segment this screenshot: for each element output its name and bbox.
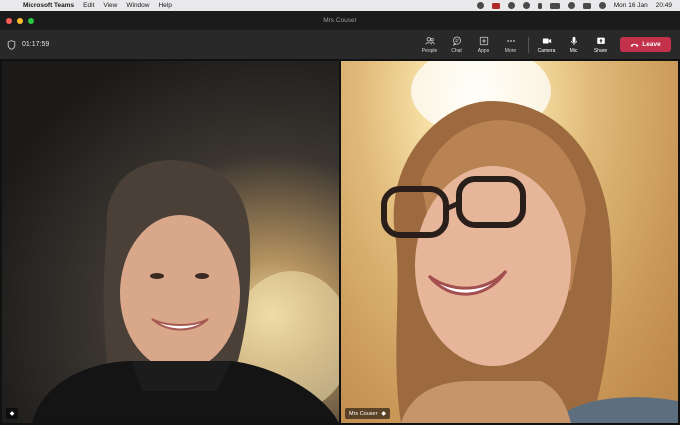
- siri-icon[interactable]: [598, 2, 606, 9]
- chat-button[interactable]: Chat: [444, 36, 470, 54]
- people-icon: [424, 36, 435, 44]
- window-minimize-icon[interactable]: [17, 17, 23, 24]
- control-divider: [528, 36, 529, 53]
- tray-close-app-icon[interactable]: [491, 2, 500, 9]
- camera-label: Camera: [537, 47, 556, 54]
- more-button[interactable]: More: [498, 36, 524, 54]
- participant-right-image: [381, 61, 678, 423]
- window-maximize-icon[interactable]: [28, 17, 34, 24]
- control-center-icon[interactable]: [582, 2, 591, 9]
- wifi-icon[interactable]: [567, 2, 575, 9]
- camera-icon: [542, 38, 551, 43]
- microphone-icon: [570, 36, 577, 45]
- chat-label: Chat: [451, 47, 462, 54]
- more-label: More: [504, 47, 517, 54]
- window-close-icon[interactable]: [6, 17, 12, 24]
- pin-icon[interactable]: ◆: [381, 410, 386, 417]
- participant-left-image: [32, 160, 339, 423]
- share-icon: [596, 37, 605, 44]
- apps-label: Apps: [477, 47, 490, 54]
- phone-hangup-icon: [630, 43, 639, 47]
- leave-label: Leave: [642, 41, 661, 48]
- status-tray: Mon 16 Jan 20:49: [476, 0, 680, 11]
- people-button[interactable]: People: [417, 36, 443, 54]
- menubar: Microsoft Teams Edit View Window Help Mo…: [0, 0, 680, 11]
- shield-icon: [7, 39, 16, 50]
- leave-button[interactable]: Leave: [620, 37, 671, 52]
- apps-button[interactable]: Apps: [471, 36, 497, 54]
- menu-view[interactable]: View: [103, 0, 117, 11]
- window-title: Mrs Couser: [323, 17, 357, 24]
- pin-icon[interactable]: ◆: [10, 410, 15, 417]
- participant-video-left[interactable]: ◆: [2, 61, 339, 423]
- camera-button[interactable]: Camera: [534, 36, 560, 54]
- share-button[interactable]: Share: [588, 36, 614, 54]
- chat-icon: [452, 36, 461, 46]
- participant-right-name: Mrs Couser: [349, 410, 378, 417]
- window-controls: [6, 17, 34, 24]
- people-label: People: [421, 47, 438, 54]
- menubar-clock[interactable]: 20:49: [656, 2, 672, 9]
- apps-icon: [479, 36, 488, 45]
- meeting-controls: People Chat Apps More Camera Mic Share L…: [416, 30, 680, 59]
- more-icon: [506, 39, 515, 42]
- tray-app-icon[interactable]: [476, 2, 484, 9]
- tray-chrome-icon[interactable]: [507, 2, 515, 9]
- share-label: Share: [593, 47, 608, 54]
- participant-video-right[interactable]: Mrs Couser ◆: [341, 61, 678, 423]
- window-titlebar: Mrs Couser: [0, 11, 680, 30]
- meeting-timer: 01:17:59: [22, 41, 50, 48]
- menu-edit[interactable]: Edit: [83, 0, 94, 11]
- menu-app-name[interactable]: Microsoft Teams: [23, 0, 74, 11]
- menu-window[interactable]: Window: [126, 0, 149, 11]
- menubar-date[interactable]: Mon 16 Jan: [614, 2, 648, 9]
- battery-icon[interactable]: [549, 2, 560, 9]
- mic-button[interactable]: Mic: [561, 36, 587, 54]
- video-stage: ◆ Mrs Couser ◆: [0, 59, 680, 425]
- tray-info-icon[interactable]: [522, 2, 530, 9]
- bluetooth-icon[interactable]: [537, 2, 542, 9]
- menu-help[interactable]: Help: [158, 0, 171, 11]
- participant-left-tag: ◆: [6, 408, 18, 419]
- meeting-control-bar: 01:17:59 People Chat Apps More Camera Mi…: [0, 30, 680, 59]
- participant-right-tag: Mrs Couser ◆: [345, 408, 391, 419]
- mic-label: Mic: [569, 47, 578, 54]
